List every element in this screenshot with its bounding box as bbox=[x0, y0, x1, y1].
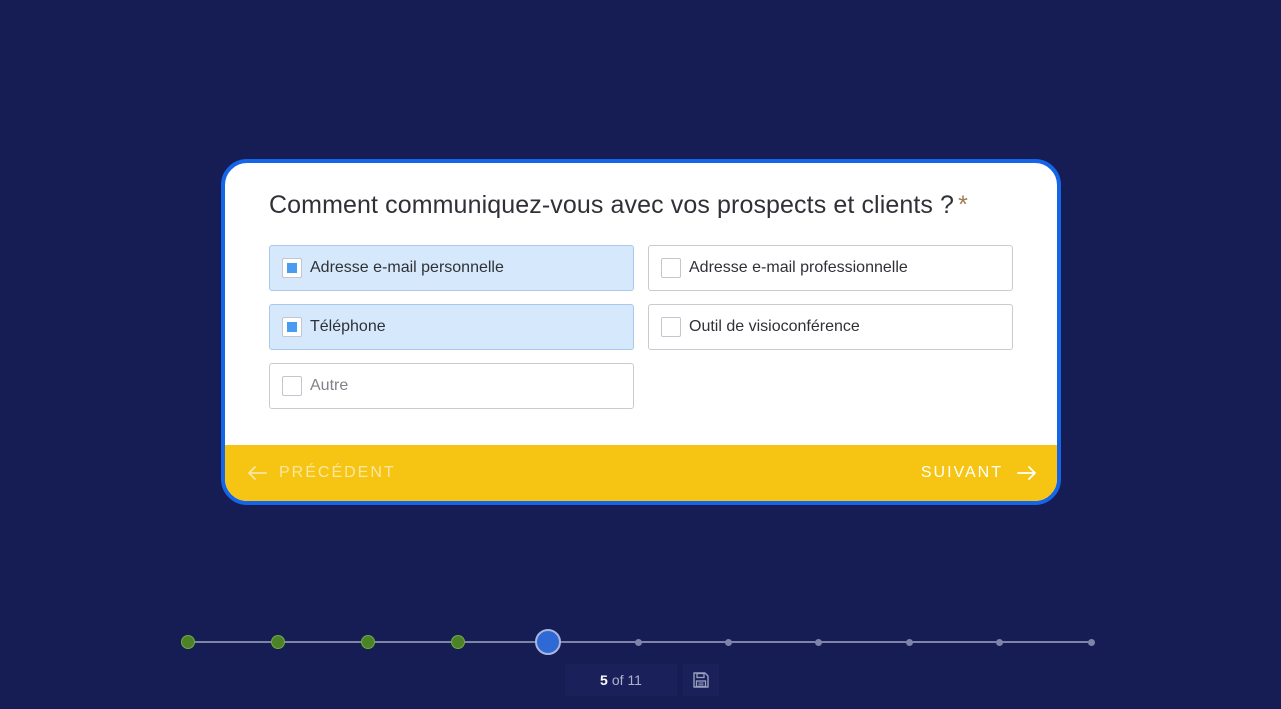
total-steps-text: of 11 bbox=[611, 672, 642, 688]
option-adresse-email-professionnelle[interactable]: Adresse e-mail professionnelle bbox=[648, 245, 1013, 291]
next-label: SUIVANT bbox=[920, 464, 1003, 481]
option-outil-de-visioconference[interactable]: Outil de visioconférence bbox=[648, 304, 1013, 350]
progress-step-2[interactable] bbox=[271, 635, 285, 649]
arrow-right-icon bbox=[1017, 466, 1036, 480]
progress-step-8 bbox=[815, 639, 822, 646]
question-text: Comment communiquez-vous avec vos prospe… bbox=[269, 191, 955, 219]
current-step: 5 bbox=[600, 672, 608, 688]
checkbox-checked-mark bbox=[287, 322, 297, 332]
option-label: Téléphone bbox=[310, 318, 386, 335]
progress-step-4[interactable] bbox=[451, 635, 465, 649]
arrow-left-icon bbox=[248, 466, 267, 480]
save-button[interactable] bbox=[683, 664, 719, 696]
checkbox[interactable] bbox=[661, 258, 681, 278]
progress-step-1[interactable] bbox=[181, 635, 195, 649]
question-title: Comment communiquez-vous avec vos prospe… bbox=[269, 191, 968, 220]
checkbox[interactable] bbox=[282, 376, 302, 396]
checkbox-checked-mark bbox=[287, 263, 297, 273]
progress-step-5-current[interactable] bbox=[535, 629, 561, 655]
checkbox[interactable] bbox=[282, 258, 302, 278]
progress-step-10 bbox=[996, 639, 1003, 646]
progress-step-6 bbox=[635, 639, 642, 646]
option-telephone[interactable]: Téléphone bbox=[269, 304, 634, 350]
previous-label: PRÉCÉDENT bbox=[279, 464, 396, 481]
option-label: Outil de visioconférence bbox=[689, 318, 860, 335]
next-button[interactable]: SUIVANT bbox=[921, 445, 1037, 501]
previous-button[interactable]: PRÉCÉDENT bbox=[247, 445, 396, 501]
progress-step-7 bbox=[725, 639, 732, 646]
progress-step-9 bbox=[906, 639, 913, 646]
progress-step-11 bbox=[1088, 639, 1095, 646]
required-asterisk: * bbox=[958, 191, 968, 219]
option-adresse-email-personnelle[interactable]: Adresse e-mail personnelle bbox=[269, 245, 634, 291]
question-card: Comment communiquez-vous avec vos prospe… bbox=[221, 159, 1061, 505]
option-label: Adresse e-mail personnelle bbox=[310, 259, 504, 276]
checkbox[interactable] bbox=[661, 317, 681, 337]
floppy-disk-icon bbox=[693, 672, 709, 688]
option-label: Autre bbox=[310, 377, 349, 394]
option-autre[interactable]: Autre bbox=[269, 363, 634, 409]
card-footer: PRÉCÉDENT SUIVANT bbox=[225, 445, 1057, 501]
progress-step-3[interactable] bbox=[361, 635, 375, 649]
checkbox[interactable] bbox=[282, 317, 302, 337]
step-counter: 5 of 11 bbox=[565, 664, 677, 696]
option-label: Adresse e-mail professionnelle bbox=[689, 259, 908, 276]
